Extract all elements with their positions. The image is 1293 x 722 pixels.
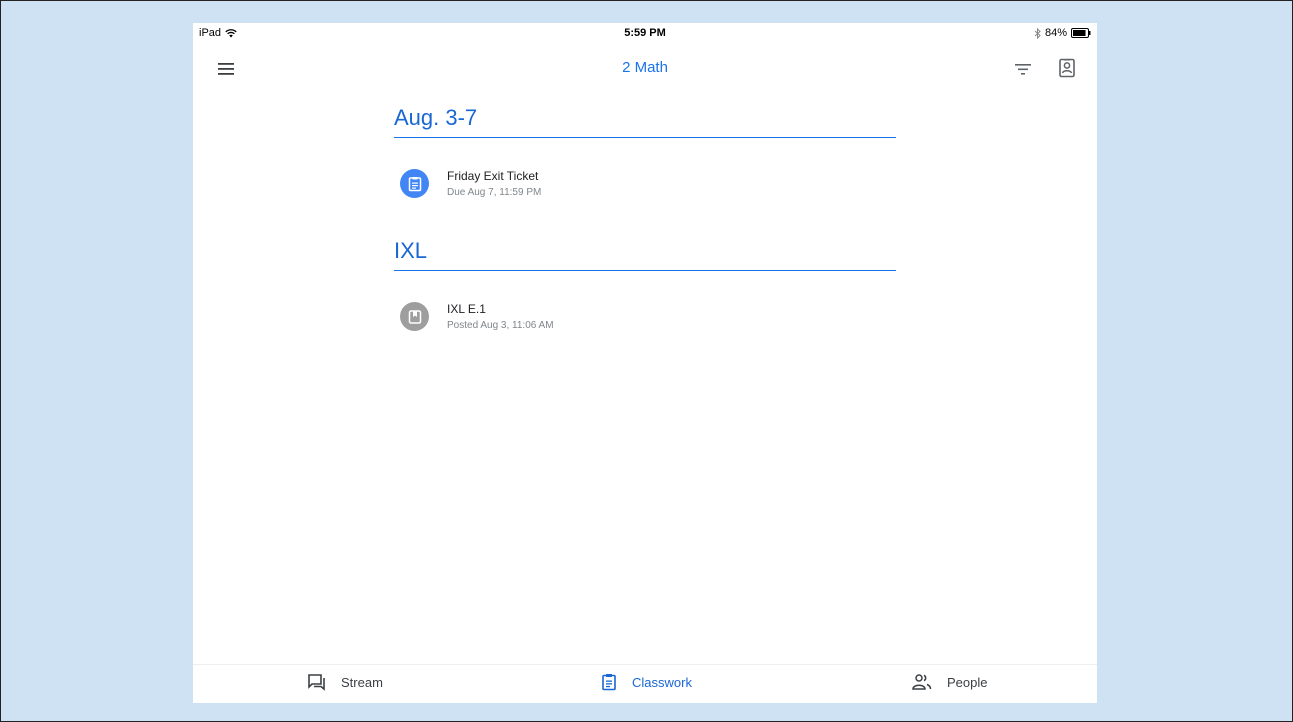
- topic-section: IXL: [394, 236, 896, 271]
- bottom-navigation: Stream Classwork People: [193, 664, 1097, 703]
- item-text: IXL E.1 Posted Aug 3, 11:06 AM: [447, 302, 554, 331]
- item-posted-date: Posted Aug 3, 11:06 AM: [447, 320, 554, 331]
- people-icon: [912, 674, 932, 690]
- topic-heading: Aug. 3-7: [394, 105, 478, 130]
- status-time: 5:59 PM: [624, 27, 666, 39]
- filter-icon: [1015, 64, 1031, 75]
- topic-section: Aug. 3-7: [394, 103, 896, 138]
- tab-label: People: [947, 674, 988, 690]
- filter-button[interactable]: [1011, 57, 1035, 81]
- status-right: 84%: [1034, 27, 1091, 39]
- stream-icon: [308, 674, 325, 691]
- topic-heading: IXL: [394, 238, 428, 263]
- topic-divider: [394, 137, 896, 138]
- tab-classwork[interactable]: Classwork: [600, 673, 692, 691]
- tab-people[interactable]: People: [911, 673, 987, 691]
- material-icon: [400, 302, 429, 331]
- item-due-date: Due Aug 7, 11:59 PM: [447, 187, 542, 198]
- battery-icon: [1071, 28, 1091, 38]
- app-bar: 2 Math: [193, 51, 1097, 87]
- battery-percent: 84%: [1044, 27, 1067, 39]
- item-title: Friday Exit Ticket: [447, 169, 539, 183]
- bluetooth-icon: [1034, 27, 1041, 39]
- student-profile-button[interactable]: [1055, 56, 1079, 80]
- item-text: Friday Exit Ticket Due Aug 7, 11:59 PM: [447, 169, 541, 198]
- item-title: IXL E.1: [447, 302, 486, 316]
- classwork-icon: [602, 674, 616, 691]
- profile-card-icon: [1059, 58, 1075, 78]
- classwork-item[interactable]: IXL E.1 Posted Aug 3, 11:06 AM: [400, 302, 554, 331]
- tab-label: Stream: [341, 674, 383, 690]
- classwork-item[interactable]: Friday Exit Ticket Due Aug 7, 11:59 PM: [400, 169, 541, 198]
- topic-divider: [394, 270, 896, 271]
- tab-stream[interactable]: Stream: [307, 673, 383, 691]
- assignment-icon: [400, 169, 429, 198]
- ipad-screen: iPad 5:59 PM 84% 2 Math Aug. 3-7 Friday …: [193, 23, 1097, 703]
- tab-label: Classwork: [632, 674, 692, 690]
- class-title: 2 Math: [622, 59, 668, 76]
- status-bar: iPad 5:59 PM 84%: [193, 23, 1097, 43]
